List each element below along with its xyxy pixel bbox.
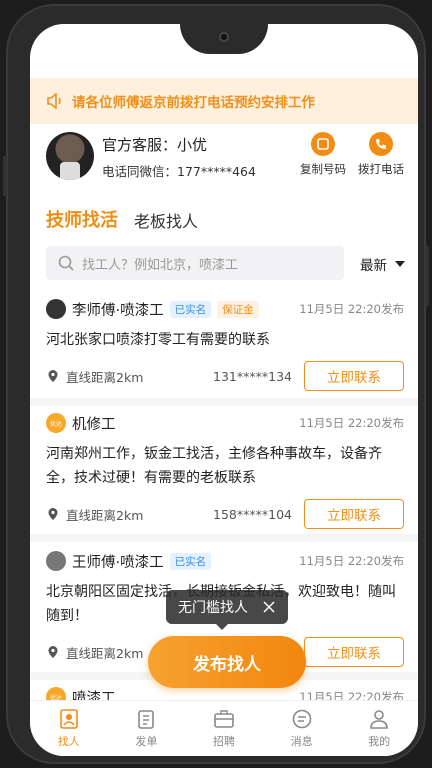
avatar [46, 132, 94, 180]
tab-technician-jobs[interactable]: 技师找活 [46, 206, 118, 232]
distance: 直线距离2km [66, 507, 144, 523]
search-placeholder: 找工人？例如北京，喷漆工 [82, 257, 239, 273]
tab-recruit[interactable]: 招聘 [185, 701, 263, 756]
phone-frame: 请各位师傅返京前拨打电话预约安排工作 官方客服：小优 电话同微信：177****… [3, 4, 429, 764]
avatar [46, 551, 66, 571]
tab-mine[interactable]: 我的 [340, 701, 418, 756]
worker-name: 王师傅·喷漆工 [72, 554, 164, 571]
distance: 直线距离2km [66, 369, 144, 385]
copy-number-button[interactable]: 复制号码 [294, 132, 352, 177]
speaker-icon [47, 93, 61, 109]
tooltip-text: 无门槛找人 [178, 600, 248, 616]
copy-icon [311, 132, 335, 156]
briefcase-icon [214, 710, 234, 728]
tab-label: 我的 [368, 735, 391, 748]
distance: 直线距离2km [66, 645, 144, 661]
user-icon [370, 710, 388, 729]
divider [30, 398, 418, 406]
notice-text: 请各位师傅返京前拨打电话预约安排工作 [72, 95, 315, 111]
tab-post-order[interactable]: 发单 [108, 701, 186, 756]
verified-badge: 已实名 [169, 552, 212, 570]
contact-button[interactable]: 立即联系 [304, 637, 404, 667]
post-time: 11月5日 22:20发布 [299, 302, 404, 316]
phone-number: 131*****134 [213, 368, 292, 384]
sort-label: 最新 [360, 258, 387, 274]
tab-label: 招聘 [212, 735, 235, 748]
deposit-badge: 保证金 [217, 300, 259, 318]
publish-hiring-button[interactable]: 发布找人 [148, 636, 306, 688]
volume-button [3, 156, 7, 196]
sort-dropdown[interactable]: 最新 [360, 254, 405, 274]
power-button [425, 246, 429, 306]
tab-label: 消息 [290, 735, 313, 748]
post-description: 河北张家口喷漆打零工有需要的联系 [46, 332, 270, 348]
tab-label: 找人 [57, 735, 80, 748]
service-title: 官方客服：小优 [102, 136, 208, 154]
close-icon[interactable] [262, 600, 276, 614]
post-description: 河南郑州工作，钣金工找活，主修各种事故车，设备齐全，技术过硬！有需要的老板联系 [46, 446, 382, 486]
location-pin-icon [48, 370, 58, 382]
list-item[interactable]: 李师傅·喷漆工 已实名 保证金 11月5日 22:20发布 河北张家口喷漆打零工… [46, 296, 404, 392]
call-label: 拨打电话 [358, 162, 404, 176]
phone-number: 158*****104 [213, 506, 292, 522]
tooltip: 无门槛找人 [166, 590, 288, 630]
camera [219, 32, 229, 42]
company-logo: 优达 [46, 413, 66, 433]
location-pin-icon [48, 508, 58, 520]
search-input[interactable]: 找工人？例如北京，喷漆工 [46, 246, 344, 280]
worker-name: 机修工 [72, 416, 116, 433]
tab-label: 发单 [135, 735, 158, 748]
list-item[interactable]: 优达 机修工 11月5日 22:20发布 河南郑州工作，钣金工找活，主修各种事故… [46, 410, 404, 530]
tab-find-people[interactable]: 找人 [30, 701, 108, 756]
tab-boss-hiring[interactable]: 老板找人 [134, 208, 198, 232]
call-button[interactable]: 拨打电话 [352, 132, 410, 177]
verified-badge: 已实名 [169, 300, 212, 318]
location-pin-icon [48, 646, 58, 658]
search-icon [58, 255, 74, 271]
contact-button[interactable]: 立即联系 [304, 499, 404, 529]
copy-label: 复制号码 [300, 162, 346, 176]
avatar [46, 299, 66, 319]
clipboard-icon [138, 710, 155, 729]
bottom-tab-bar: 找人 发单 招聘 消息 我的 [30, 700, 418, 756]
customer-service: 官方客服：小优 电话同微信：177*****464 复制号码 拨打电话 [30, 128, 418, 186]
notice-bar[interactable]: 请各位师傅返京前拨打电话预约安排工作 [30, 78, 418, 124]
person-search-icon [59, 709, 78, 729]
tab-bar: 技师找活 老板找人 [46, 198, 198, 232]
service-phone: 电话同微信：177*****464 [102, 164, 256, 179]
screen: 请各位师傅返京前拨打电话预约安排工作 官方客服：小优 电话同微信：177****… [30, 24, 418, 756]
notch [180, 24, 268, 54]
contact-button[interactable]: 立即联系 [304, 361, 404, 391]
divider [30, 534, 418, 542]
post-time: 11月5日 22:20发布 [299, 416, 404, 430]
worker-name: 李师傅·喷漆工 [72, 302, 164, 319]
caret-down-icon [395, 261, 405, 267]
phone-icon [369, 132, 393, 156]
post-time: 11月5日 22:20发布 [299, 554, 404, 568]
tab-messages[interactable]: 消息 [263, 701, 341, 756]
chat-bubble-icon [292, 709, 311, 729]
